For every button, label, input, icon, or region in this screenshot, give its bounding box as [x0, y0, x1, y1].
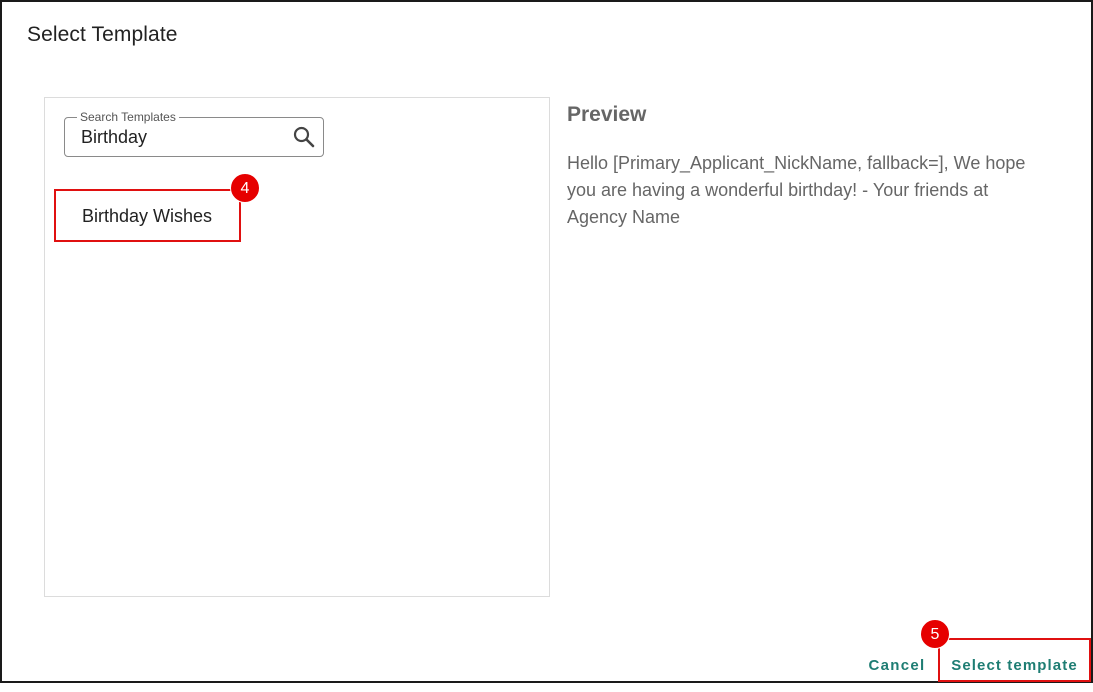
select-template-dialog: Select Template Search Templates Birthda… — [0, 0, 1093, 683]
template-item-birthday-wishes[interactable]: Birthday Wishes — [54, 189, 241, 242]
search-icon[interactable] — [293, 126, 315, 148]
search-input[interactable]: Birthday — [81, 127, 147, 147]
template-item-label: Birthday Wishes — [82, 206, 213, 226]
dialog-title: Select Template — [27, 23, 178, 46]
select-template-button[interactable]: Select template — [938, 638, 1091, 682]
preview-title: Preview — [567, 103, 647, 126]
search-templates-field[interactable]: Search Templates Birthday — [64, 110, 324, 157]
preview-body: Hello [Primary_Applicant_NickName, fallb… — [567, 153, 1026, 227]
step-callout-4: 4 — [230, 173, 260, 203]
cancel-button[interactable]: Cancel — [862, 653, 932, 679]
step-callout-5: 5 — [920, 619, 950, 649]
template-list-panel: Search Templates Birthday Birthday Wishe… — [44, 97, 550, 597]
search-field-label: Search Templates — [77, 110, 179, 124]
